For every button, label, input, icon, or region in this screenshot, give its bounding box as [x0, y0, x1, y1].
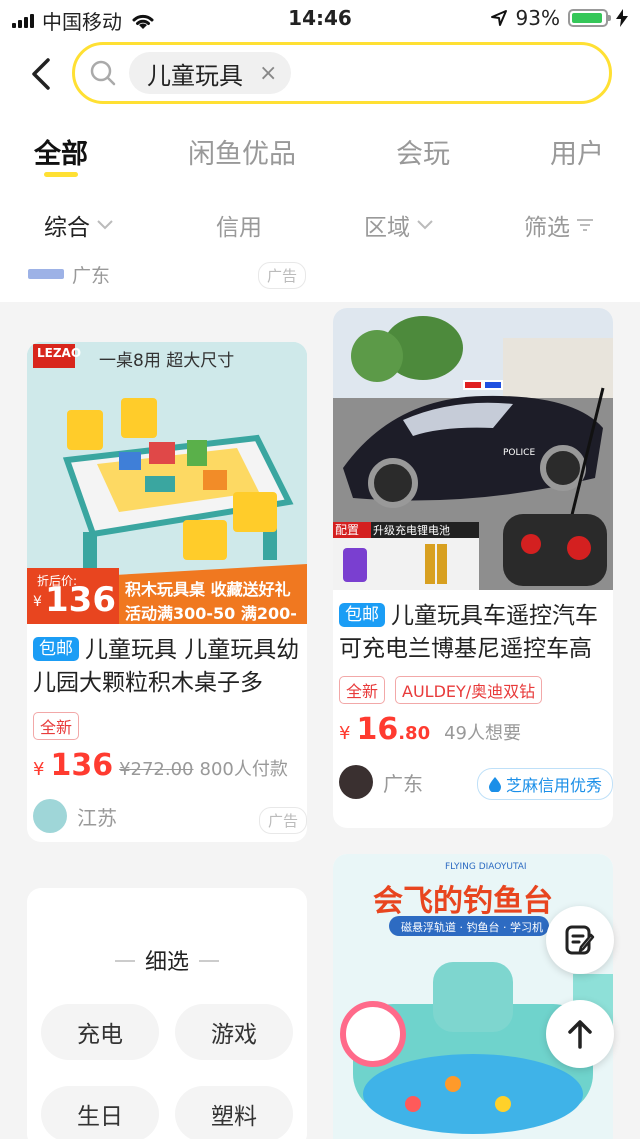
- chevron-left-icon[interactable]: [26, 54, 62, 94]
- refine-option[interactable]: 塑料: [175, 1086, 293, 1139]
- avatar: [339, 765, 373, 799]
- edit-note-icon: [565, 925, 595, 955]
- seller-location: 广东: [383, 771, 423, 796]
- category-tabs: 全部 闲鱼优品 会玩 用户: [0, 132, 640, 182]
- product-title: 包邮 儿童玩具 儿童玩具幼儿园大颗粒积木桌子多: [27, 634, 307, 700]
- filter-screen[interactable]: 筛选: [524, 208, 594, 242]
- seller-location: 广东: [72, 264, 111, 287]
- filter-label: 筛选: [524, 215, 570, 241]
- publish-note-button[interactable]: [546, 906, 614, 974]
- product-card[interactable]: LEZAO 一桌8用 超大尺寸 折后价: ¥ 136 积木玩具桌 收藏送好礼 活…: [27, 342, 307, 842]
- tab-label: 用户: [550, 139, 604, 170]
- image-headline: 一桌8用 超大尺寸: [99, 351, 235, 371]
- condition-tag: 全新: [33, 712, 80, 740]
- tab-all[interactable]: 全部: [34, 132, 88, 177]
- tab-xianyu-youpin[interactable]: 闲鱼优品: [188, 132, 296, 171]
- price-value: 16: [356, 712, 399, 747]
- product-card[interactable]: FLYING DIAOYUTAI 会飞的钓鱼台 磁悬浮轨道 · 钓鱼台 · 学习…: [333, 854, 613, 1139]
- product-image[interactable]: LEZAO 一桌8用 超大尺寸 折后价: ¥ 136 积木玩具桌 收藏送好礼 活…: [27, 342, 307, 643]
- image-promo-line1: 积木玩具桌 收藏送好礼: [125, 580, 291, 599]
- product-image[interactable]: 配置 升级充电锂电池 POLICE: [333, 308, 613, 590]
- refine-panel: 细选 充电 游戏 生日 塑料: [27, 888, 307, 1139]
- image-badge-detail: 升级充电锂电池: [373, 524, 450, 537]
- condition-tag: 全新: [339, 676, 386, 704]
- product-image[interactable]: FLYING DIAOYUTAI 会飞的钓鱼台 磁悬浮轨道 · 钓鱼台 · 学习…: [333, 854, 613, 1139]
- ad-tag: 广告: [258, 807, 307, 834]
- price-value: 136: [50, 748, 114, 783]
- free-shipping-badge: 包邮: [339, 603, 385, 627]
- refine-option[interactable]: 游戏: [175, 1004, 293, 1060]
- tab-users[interactable]: 用户: [550, 132, 604, 171]
- original-price: ¥272.00: [119, 759, 194, 780]
- search-bar[interactable]: 儿童玩具 ×: [72, 42, 612, 104]
- product-title: 包邮 儿童玩具车遥控汽车可充电兰博基尼遥控车高: [333, 600, 613, 666]
- credit-text: 芝麻信用优秀: [505, 776, 602, 795]
- filter-credit[interactable]: 信用: [216, 208, 262, 242]
- tab-huiwan[interactable]: 会玩: [396, 132, 450, 171]
- clear-query-icon[interactable]: ×: [259, 61, 277, 86]
- rc-car-illustration: [333, 308, 613, 590]
- image-subtitle: FLYING DIAOYUTAI: [445, 862, 527, 872]
- back-to-top-button[interactable]: [546, 1000, 614, 1068]
- bolt-icon: [616, 9, 628, 27]
- tab-label: 全部: [34, 139, 88, 170]
- droplet-icon: [488, 777, 501, 792]
- currency-symbol: ¥: [339, 723, 351, 744]
- filter-comprehensive[interactable]: 综合: [44, 208, 114, 242]
- chevron-down-icon: [97, 220, 113, 230]
- battery-icon: [568, 9, 611, 27]
- product-tags: 全新 AULDEY/奥迪双钻: [333, 676, 613, 704]
- brand-tag: AULDEY/奥迪双钻: [395, 676, 543, 704]
- filter-label: 区域: [364, 215, 410, 241]
- arrow-up-icon: [568, 1020, 592, 1049]
- search-query-text: 儿童玩具: [147, 61, 243, 90]
- image-promo-line2: 活动满300-50 满200-30: [125, 604, 297, 643]
- seller-logo-icon: [28, 269, 64, 279]
- refine-title: 细选: [27, 944, 307, 976]
- top-ad-row: 广东: [28, 256, 110, 292]
- avatar: [33, 799, 67, 833]
- free-shipping-badge: 包邮: [33, 637, 79, 661]
- police-label: POLICE: [503, 448, 536, 458]
- price-line: ¥ 16.80 49人想要: [333, 712, 613, 747]
- seller-location: 江苏: [77, 805, 117, 830]
- location-arrow-icon: [490, 10, 507, 26]
- filter-label: 信用: [216, 215, 262, 241]
- battery-percent: 93%: [515, 6, 560, 30]
- want-count: 49人想要: [444, 723, 521, 744]
- image-title: 会飞的钓鱼台: [373, 884, 553, 919]
- active-tab-indicator: [44, 172, 78, 177]
- sales-count: 800人付款: [199, 759, 288, 780]
- ad-tag: 广告: [258, 262, 307, 289]
- filter-label: 综合: [44, 215, 90, 241]
- refine-option[interactable]: 充电: [41, 1004, 159, 1060]
- brand-logo: LEZAO: [37, 346, 82, 360]
- product-card[interactable]: 配置 升级充电锂电池 POLICE 包邮 儿童玩具车遥控汽车可充电兰博基尼遥控车高…: [333, 308, 613, 828]
- credit-badge: 芝麻信用优秀: [476, 768, 613, 800]
- price-line: ¥ 136 ¥272.00 800人付款: [27, 748, 307, 783]
- search-query-chip[interactable]: 儿童玩具 ×: [129, 52, 292, 94]
- image-badge: 配置: [335, 523, 360, 537]
- filter-region[interactable]: 区域: [364, 208, 434, 242]
- search-icon: [90, 60, 116, 86]
- refine-option[interactable]: 生日: [41, 1086, 159, 1139]
- image-price: 136: [45, 580, 116, 620]
- tab-label: 会玩: [396, 139, 450, 170]
- image-yen: ¥: [33, 594, 42, 610]
- price-cents: .80: [398, 723, 431, 744]
- filter-lines-icon: [577, 219, 593, 231]
- status-bar: 中国移动 14:46 93%: [0, 0, 640, 36]
- chevron-down-icon: [417, 220, 433, 230]
- product-tags: 全新: [27, 712, 307, 740]
- refine-title-text: 细选: [144, 950, 189, 975]
- currency-symbol: ¥: [33, 759, 45, 780]
- tab-label: 闲鱼优品: [188, 139, 296, 170]
- sort-filter-bar: 综合 信用 区域 筛选: [0, 208, 640, 248]
- image-ribbon: 磁悬浮轨道 · 钓鱼台 · 学习机: [401, 921, 543, 934]
